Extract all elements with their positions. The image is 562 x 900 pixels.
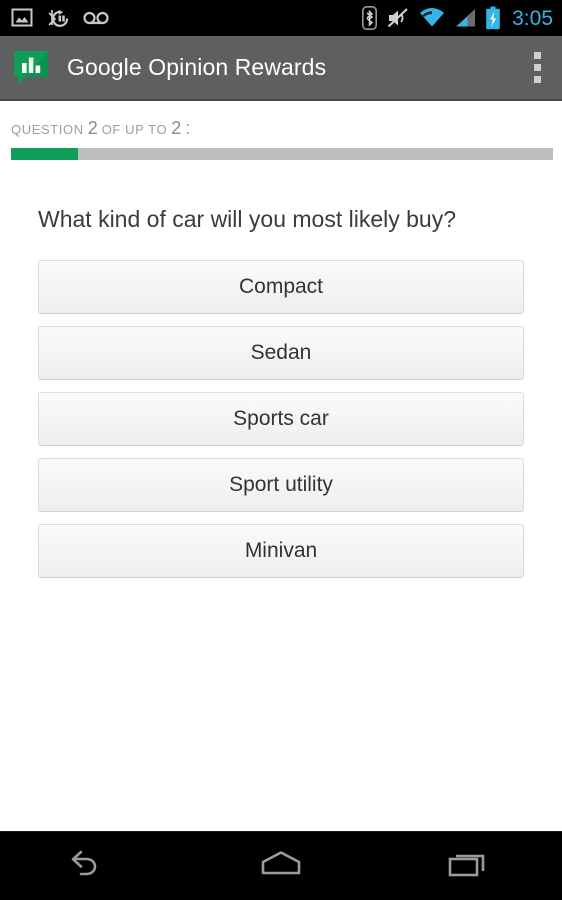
answer-option-sport-utility[interactable]: Sport utility	[38, 457, 524, 512]
answer-option-sedan[interactable]: Sedan	[38, 325, 524, 380]
question-counter-label: Question	[11, 122, 84, 137]
answer-option-minivan[interactable]: Minivan	[38, 523, 524, 578]
screenshot-icon	[11, 7, 33, 29]
google-opinion-rewards-icon	[13, 50, 49, 86]
recents-icon	[442, 847, 494, 886]
progress-section: Question 2 of up to 2 :	[0, 103, 562, 160]
wifi-icon	[419, 8, 445, 28]
home-icon	[255, 847, 307, 886]
question-counter-colon: :	[185, 118, 191, 138]
status-bar-right-icons: 3:05	[362, 6, 553, 30]
overflow-dot	[533, 64, 541, 71]
answer-options-list: Compact Sedan Sports car Sport utility M…	[0, 259, 562, 578]
question-counter: Question 2 of up to 2 :	[11, 119, 551, 137]
overflow-dot	[533, 52, 541, 59]
bluetooth-sync-icon	[46, 7, 70, 29]
back-button[interactable]	[34, 832, 154, 900]
question-counter-current: 2	[87, 118, 98, 138]
app-title: Google Opinion Rewards	[67, 54, 327, 80]
bluetooth-icon	[362, 6, 378, 30]
status-bar: 3:05	[0, 0, 562, 36]
progress-bar-fill	[11, 148, 78, 160]
recents-button[interactable]	[408, 832, 528, 900]
home-button[interactable]	[221, 832, 341, 900]
battery-charging-icon	[485, 6, 501, 30]
action-bar: Google Opinion Rewards	[0, 36, 562, 101]
overflow-dot	[533, 76, 541, 83]
question-counter-total: 2	[171, 118, 182, 138]
back-arrow-icon	[68, 847, 120, 886]
question-text: What kind of car will you most likely bu…	[38, 206, 456, 232]
survey-content: Question 2 of up to 2 : What kind of car…	[0, 103, 562, 832]
status-bar-left-icons	[11, 7, 122, 29]
answer-option-compact[interactable]: Compact	[38, 259, 524, 314]
status-bar-clock: 3:05	[512, 6, 553, 30]
voicemail-icon	[83, 10, 109, 26]
cell-signal-icon	[454, 8, 476, 28]
question-counter-of-up-to: of up to	[101, 122, 168, 137]
android-navigation-bar	[0, 831, 562, 900]
volume-muted-icon	[386, 7, 410, 29]
progress-bar	[11, 148, 553, 160]
overflow-menu-button[interactable]	[512, 36, 562, 99]
answer-option-sports-car[interactable]: Sports car	[38, 391, 524, 446]
